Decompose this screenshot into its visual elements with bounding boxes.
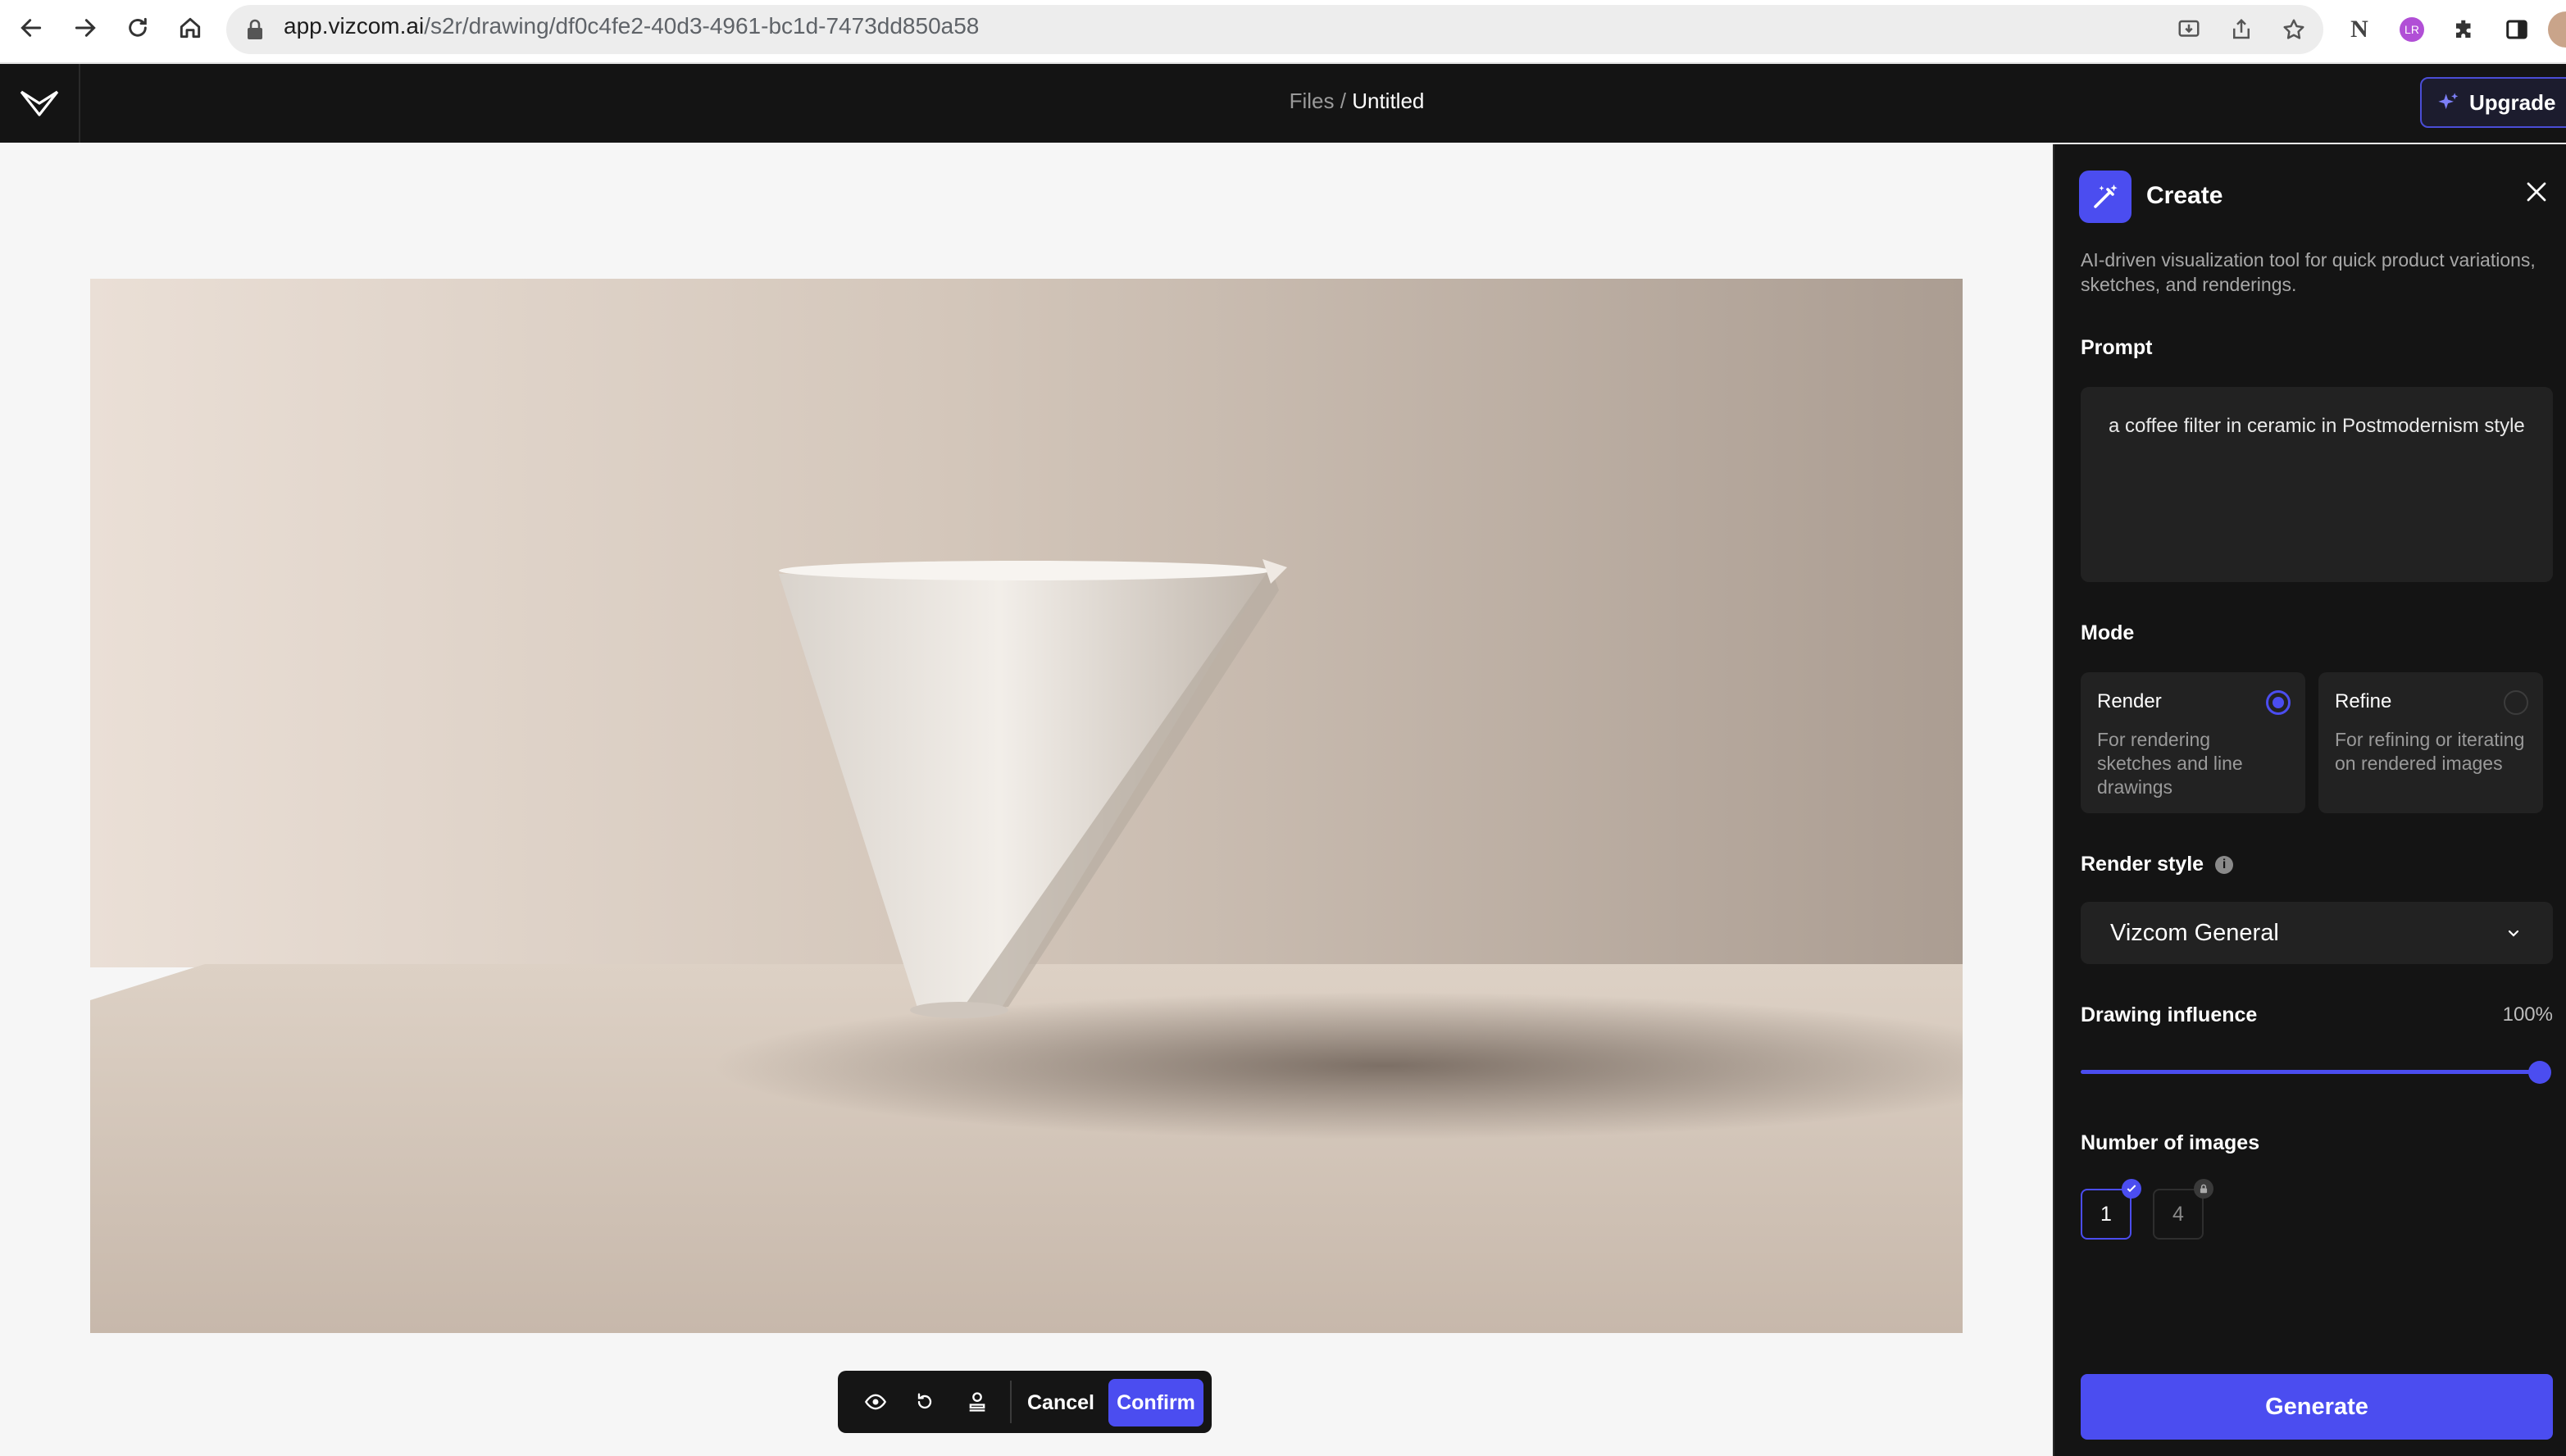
render-style-select[interactable]: Vizcom General (2081, 902, 2553, 964)
lock-small-icon (2194, 1179, 2213, 1199)
url-path: /s2r/drawing/df0c4fe2-40d3-4961-bc1d-747… (424, 13, 980, 39)
sidebar-icon (2506, 20, 2527, 39)
mode-option-render[interactable]: Render For rendering sketches and line d… (2081, 672, 2305, 813)
forward-icon (75, 19, 96, 37)
preview-button[interactable] (859, 1385, 892, 1418)
confirm-button[interactable]: Confirm (1108, 1379, 1203, 1426)
prompt-label: Prompt (2081, 336, 2153, 359)
lock-icon (246, 18, 264, 45)
render-style-label-row: Render style i (2081, 853, 2234, 876)
render-style-value: Vizcom General (2110, 919, 2279, 946)
reload-button[interactable] (120, 10, 156, 46)
panel-title: Create (2146, 182, 2223, 209)
magic-wand-icon (2094, 184, 2118, 208)
share-icon (2233, 18, 2250, 39)
undo-button[interactable] (908, 1385, 941, 1418)
num-images-option-4[interactable]: 4 (2153, 1189, 2204, 1240)
toolbar-divider (1010, 1381, 1012, 1423)
check-icon (2122, 1179, 2141, 1199)
lr-avatar-icon: LR (2400, 17, 2424, 42)
url-text: app.vizcom.ai/s2r/drawing/df0c4fe2-40d3-… (284, 13, 979, 39)
mode-description: For rendering sketches and line drawings (2097, 729, 2243, 798)
eye-icon (864, 1394, 887, 1410)
reload-icon (129, 17, 147, 37)
rendered-image[interactable] (90, 279, 1963, 1333)
mode-title: Render (2097, 690, 2162, 712)
star-icon (2283, 19, 2304, 39)
breadcrumb-current[interactable]: Untitled (1352, 89, 1424, 113)
share-button[interactable] (2225, 13, 2258, 46)
close-icon (2527, 182, 2546, 202)
back-icon (20, 19, 42, 37)
render-style-label: Render style (2081, 853, 2204, 876)
home-icon (180, 17, 201, 39)
breadcrumb: Files / Untitled (0, 89, 2566, 114)
extensions-icon (2456, 20, 2471, 38)
radio-selected[interactable] (2266, 690, 2291, 715)
radio-unselected[interactable] (2504, 690, 2528, 715)
drawing-influence-label: Drawing influence (2081, 1003, 2258, 1026)
url-host: app.vizcom.ai (284, 13, 425, 39)
mode-description: For refining or iterating on rendered im… (2335, 729, 2525, 774)
generate-button[interactable]: Generate (2081, 1374, 2553, 1440)
num-images-option-1[interactable]: 1 (2081, 1189, 2132, 1240)
influence-slider-track[interactable] (2081, 1070, 2538, 1074)
install-icon (2178, 20, 2200, 37)
drawing-influence-value: 100% (2502, 1003, 2553, 1026)
prompt-textarea[interactable]: a coffee filter in ceramic in Postmodern… (2081, 387, 2553, 582)
create-tool-icon (2079, 171, 2132, 223)
close-panel-button[interactable] (2518, 174, 2555, 210)
back-button[interactable] (13, 10, 49, 46)
panel-description: AI-driven visualization tool for quick p… (2081, 249, 2536, 295)
cancel-button[interactable]: Cancel (1020, 1385, 1102, 1420)
influence-slider-thumb[interactable] (2528, 1061, 2551, 1084)
home-button[interactable] (172, 10, 208, 46)
stamp-icon (969, 1392, 985, 1412)
extensions-button[interactable] (2448, 13, 2481, 46)
coffee-filter-render (90, 279, 1963, 1333)
bookmark-button[interactable] (2277, 13, 2310, 46)
mode-option-refine[interactable]: Refine For refining or iterating on rend… (2318, 672, 2543, 813)
extension-notion[interactable]: N (2343, 13, 2376, 46)
number-of-images-label: Number of images (2081, 1131, 2260, 1154)
sidebar-toggle-button[interactable] (2500, 13, 2533, 46)
notion-icon: N (2350, 16, 2368, 43)
sparkle-icon (2438, 93, 2459, 110)
install-app-button[interactable] (2172, 13, 2205, 46)
upgrade-button[interactable]: Upgrade (2420, 77, 2566, 128)
extension-lr[interactable]: LR (2395, 13, 2428, 46)
stamp-button[interactable] (961, 1385, 994, 1418)
mode-title: Refine (2335, 690, 2392, 712)
forward-button[interactable] (67, 10, 103, 46)
chevron-down-icon (2508, 930, 2519, 937)
upgrade-label: Upgrade (2469, 89, 2556, 115)
breadcrumb-separator: / (1334, 89, 1353, 113)
mode-label: Mode (2081, 621, 2135, 644)
breadcrumb-files[interactable]: Files (1290, 89, 1335, 113)
undo-icon (917, 1393, 932, 1409)
info-icon[interactable]: i (2215, 855, 2234, 874)
